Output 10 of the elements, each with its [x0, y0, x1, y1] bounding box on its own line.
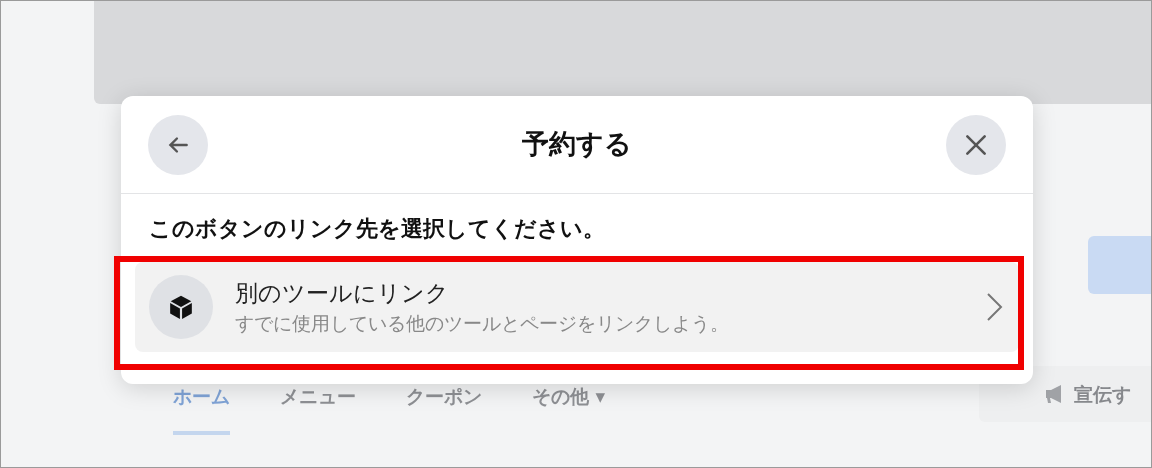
- option-subtitle: すでに使用している他のツールとページをリンクしよう。: [235, 311, 730, 336]
- page-tab[interactable]: メニュー: [280, 382, 356, 435]
- option-title: 別のツールにリンク: [235, 278, 450, 308]
- link-option[interactable]: 別のツールにリンク すでに使用している他のツールとページをリンクしよう。: [135, 262, 1019, 352]
- page-tab[interactable]: その他 ▾: [532, 382, 606, 435]
- promote-button[interactable]: 宣伝す: [979, 366, 1151, 422]
- page-tab[interactable]: クーポン: [406, 382, 482, 435]
- cube-icon: [168, 294, 194, 320]
- dialog-title: 予約する: [522, 127, 632, 162]
- prompt-text: このボタンのリンク先を選択してください。: [148, 215, 606, 240]
